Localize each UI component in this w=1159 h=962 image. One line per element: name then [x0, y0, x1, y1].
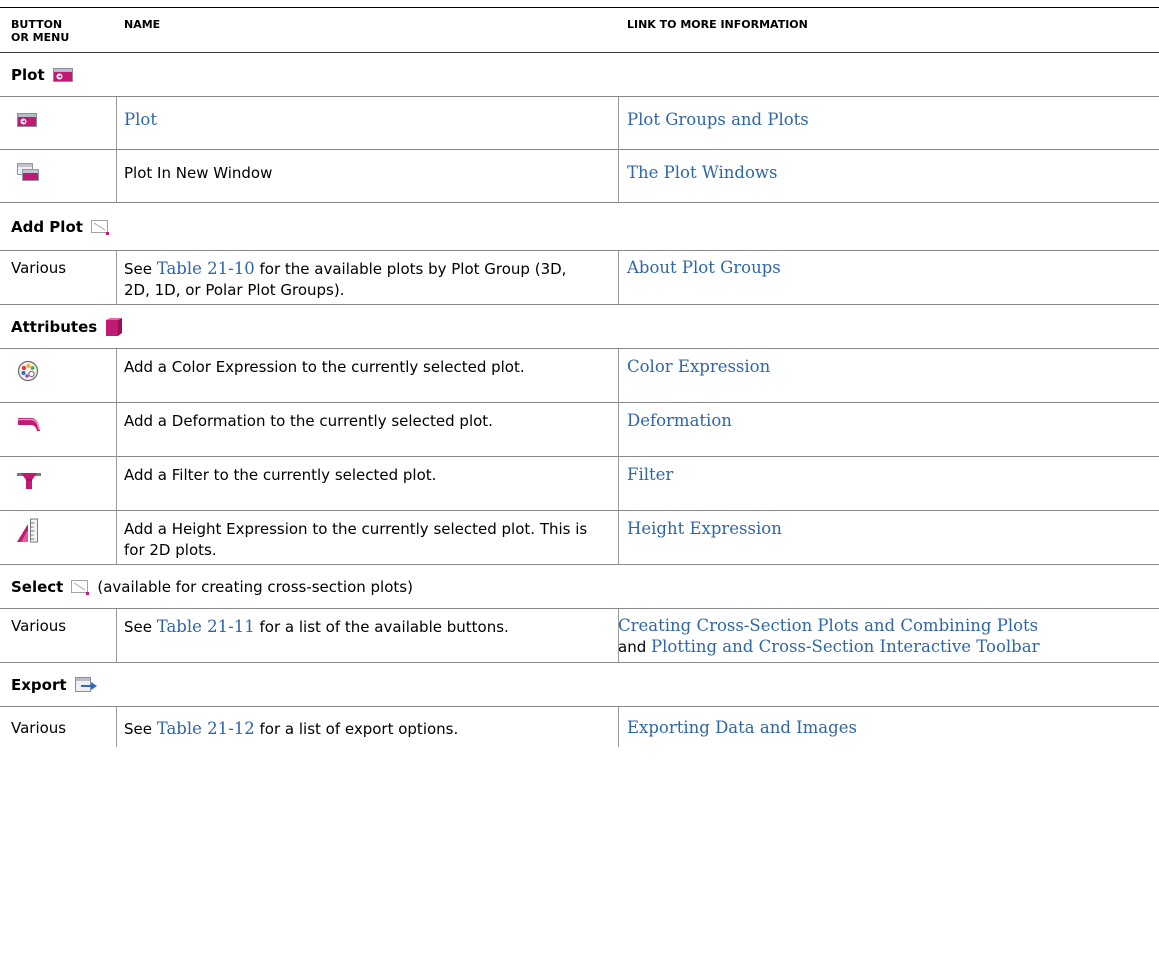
- see-text: See: [124, 618, 157, 636]
- export-icon: [74, 677, 99, 693]
- export-name-cell: See Table 21-12 for a list of export opt…: [124, 718, 604, 740]
- see-text: See: [124, 720, 157, 738]
- row-rule: [0, 202, 1159, 203]
- exporting-data-and-images-link[interactable]: Exporting Data and Images: [627, 717, 857, 738]
- column-divider: [618, 97, 619, 202]
- section-title: Attributes: [11, 318, 98, 336]
- column-divider: [618, 349, 619, 564]
- the-plot-windows-link[interactable]: The Plot Windows: [627, 162, 778, 183]
- row-rule: [0, 456, 1159, 457]
- select-icon: [71, 578, 91, 596]
- section-export: Export: [11, 665, 99, 705]
- add-plot-name-cell: See Table 21-10 for the available plots …: [124, 258, 589, 301]
- section-note: (available for creating cross-section pl…: [97, 578, 413, 596]
- filter-description: Add a Filter to the currently selected p…: [124, 466, 437, 484]
- export-button-various: Various: [11, 719, 67, 737]
- column-divider: [116, 349, 117, 564]
- section-title: Select: [11, 578, 64, 596]
- add-plot-icon: [90, 218, 111, 236]
- plot-name-link[interactable]: Plot: [124, 109, 157, 130]
- plot-icon[interactable]: [17, 113, 37, 127]
- attributes-cube-icon: [105, 318, 123, 336]
- deformation-link[interactable]: Deformation: [627, 410, 732, 431]
- column-divider: [116, 97, 117, 202]
- about-plot-groups-link[interactable]: About Plot Groups: [627, 257, 781, 278]
- header-link: LINK TO MORE INFORMATION: [627, 18, 808, 31]
- section-title: Plot: [11, 66, 45, 84]
- header-button-line2: OR MENU: [11, 31, 70, 44]
- row-rule: [0, 564, 1159, 565]
- deformation-icon[interactable]: [17, 415, 41, 433]
- header-name: NAME: [124, 18, 161, 31]
- row-rule: [0, 348, 1159, 349]
- select-button-various: Various: [11, 617, 67, 635]
- plot-icon: [52, 68, 73, 82]
- row-rule: [0, 96, 1159, 97]
- table-21-11-link[interactable]: Table 21-11: [157, 617, 255, 636]
- select-name-cell: See Table 21-11 for a list of the availa…: [124, 616, 574, 638]
- height-expression-icon[interactable]: [17, 518, 39, 544]
- section-select: Select (available for creating cross-sec…: [11, 567, 413, 607]
- plot-in-new-window-icon[interactable]: [17, 163, 39, 181]
- select-description: for a list of the available buttons.: [254, 618, 509, 636]
- row-rule: [0, 402, 1159, 403]
- table-21-12-link[interactable]: Table 21-12: [157, 719, 255, 738]
- filter-icon[interactable]: [17, 468, 41, 490]
- section-plot: Plot: [11, 55, 73, 95]
- plotting-and-cross-section-toolbar-link[interactable]: Plotting and Cross-Section Interactive T…: [651, 637, 1039, 656]
- section-title: Add Plot: [11, 218, 83, 236]
- column-divider: [618, 609, 619, 662]
- section-attributes: Attributes: [11, 307, 123, 347]
- section-title: Export: [11, 676, 67, 694]
- header-rule: [0, 52, 1159, 53]
- row-rule: [0, 149, 1159, 150]
- row-rule: [0, 662, 1159, 663]
- table-header: BUTTON OR MENU NAME LINK TO MORE INFORMA…: [0, 15, 1159, 51]
- color-expression-description: Add a Color Expression to the currently …: [124, 358, 525, 376]
- height-expression-description: Add a Height Expression to the currently…: [124, 520, 588, 559]
- reference-table: BUTTON OR MENU NAME LINK TO MORE INFORMA…: [0, 0, 1159, 962]
- header-button-line1: BUTTON: [11, 18, 63, 31]
- filter-link[interactable]: Filter: [627, 464, 673, 485]
- column-divider: [116, 609, 117, 662]
- column-divider: [618, 251, 619, 304]
- and-text: and: [618, 638, 647, 656]
- color-expression-link[interactable]: Color Expression: [627, 356, 770, 377]
- add-plot-button-various: Various: [11, 259, 67, 277]
- section-add-plot: Add Plot: [11, 207, 111, 247]
- row-rule: [0, 608, 1159, 609]
- plot-in-new-window-name: Plot In New Window: [124, 164, 273, 182]
- plot-groups-and-plots-link[interactable]: Plot Groups and Plots: [627, 109, 809, 130]
- table-21-10-link[interactable]: Table 21-10: [157, 259, 255, 278]
- deformation-description: Add a Deformation to the currently selec…: [124, 412, 493, 430]
- column-divider: [116, 707, 117, 747]
- header-button-or-menu: BUTTON OR MENU: [11, 18, 106, 44]
- row-rule: [0, 510, 1159, 511]
- row-rule: [0, 706, 1159, 707]
- export-description: for a list of export options.: [254, 720, 459, 738]
- row-rule: [0, 304, 1159, 305]
- select-link-cell: Creating Cross-Section Plots and Combini…: [618, 615, 1158, 658]
- column-divider: [116, 251, 117, 304]
- creating-cross-section-plots-link[interactable]: Creating Cross-Section Plots and Combini…: [618, 615, 1158, 636]
- color-expression-icon[interactable]: [17, 360, 39, 382]
- column-divider: [618, 707, 619, 747]
- see-text: See: [124, 260, 157, 278]
- height-expression-link[interactable]: Height Expression: [627, 518, 782, 539]
- table-top-rule: [0, 7, 1159, 8]
- row-rule: [0, 250, 1159, 251]
